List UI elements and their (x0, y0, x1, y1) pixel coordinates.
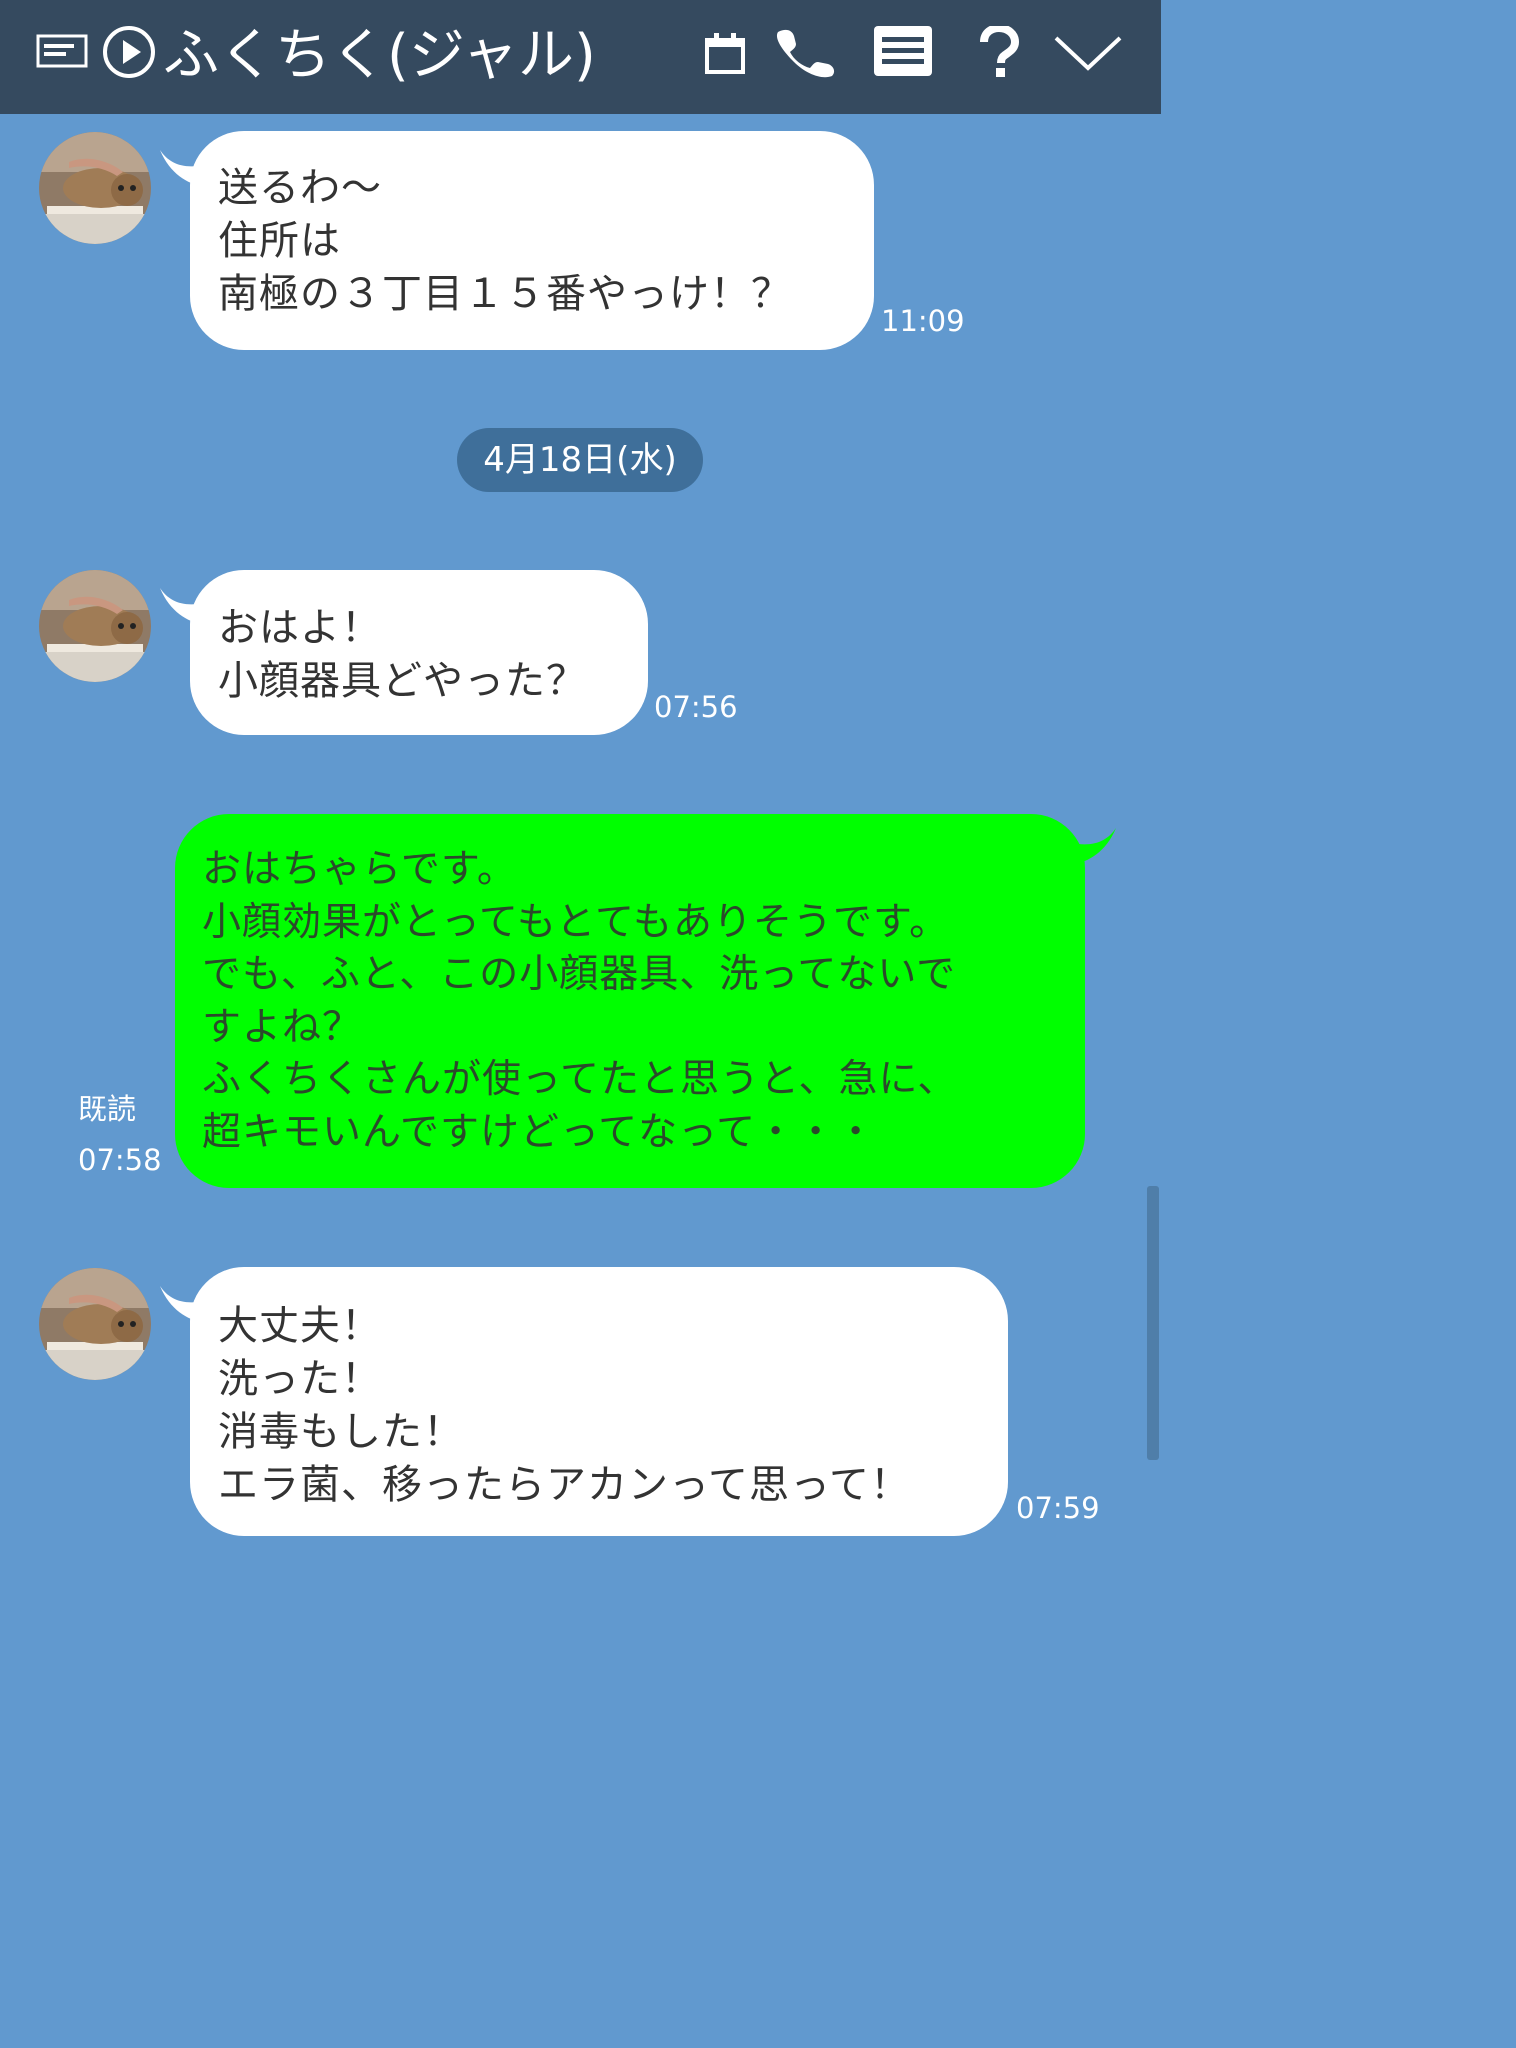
help-icon[interactable] (974, 26, 1024, 78)
message-text: おはちゃらです。 小顔効果がとってもとてもありそうです。 でも、ふと、この小顔器… (202, 847, 958, 1155)
chat-title: ふくちく(ジャル) (163, 23, 596, 88)
menu-icon[interactable] (872, 24, 934, 78)
calendar-icon[interactable] (702, 30, 748, 76)
avatar[interactable] (39, 1268, 151, 1380)
play-icon[interactable] (102, 25, 156, 79)
message-text: 大丈夫！ 洗った！ 消毒もした！ エラ菌、移ったらアカンって思って！ (218, 1303, 911, 1508)
message-text: おはよ！ 小顔器具どやった？ (218, 605, 587, 704)
avatar[interactable] (39, 132, 151, 244)
scrollbar[interactable] (1147, 1186, 1159, 1460)
message-text: 送るわ〜 住所は 南極の３丁目１５番やっけ！？ (218, 165, 792, 317)
read-receipt: 既読 (78, 1092, 137, 1126)
phone-icon[interactable] (772, 26, 842, 78)
chevron-down-icon[interactable] (1052, 34, 1124, 74)
date-divider: 4月18日(水) (457, 428, 703, 492)
message-time: 07:58 (78, 1143, 162, 1177)
avatar[interactable] (39, 570, 151, 682)
chat-header: ふくちく(ジャル) (0, 0, 1161, 114)
keep-icon[interactable] (36, 34, 88, 68)
message-time: 07:59 (1016, 1491, 1100, 1525)
message-time: 11:09 (881, 304, 965, 338)
message-time: 07:56 (654, 690, 738, 724)
